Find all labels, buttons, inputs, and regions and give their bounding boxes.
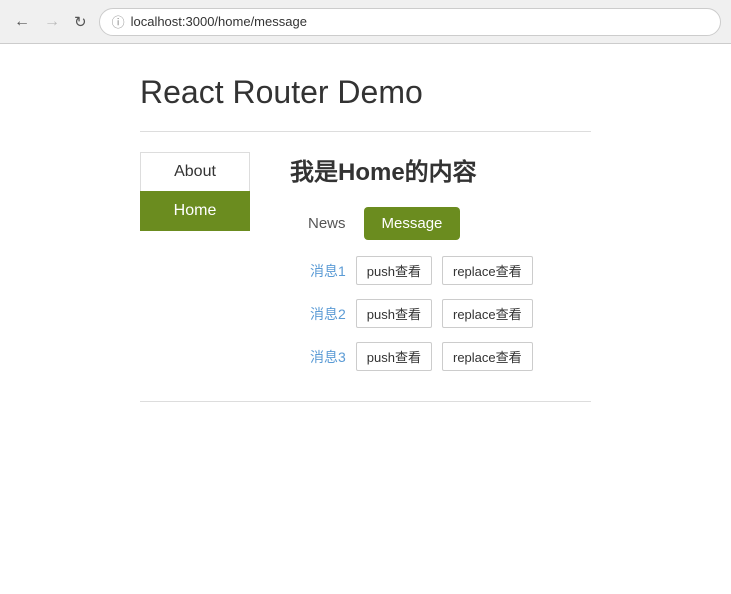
message-list: 消息1 push查看 replace查看 消息2 push查看 replace查… xyxy=(290,256,591,371)
nav-item-about[interactable]: About xyxy=(140,152,250,191)
replace-btn-1[interactable]: replace查看 xyxy=(442,256,533,285)
page-title: React Router Demo xyxy=(140,74,591,111)
list-item: 消息2 push查看 replace查看 xyxy=(310,299,591,328)
address-bar[interactable]: ⓘ localhost:3000/home/message xyxy=(99,8,721,36)
replace-btn-2[interactable]: replace查看 xyxy=(442,299,533,328)
message-link-3[interactable]: 消息3 xyxy=(310,347,346,367)
main-layout: About Home 我是Home的内容 News Message 消息1 pu… xyxy=(140,152,591,371)
replace-btn-3[interactable]: replace查看 xyxy=(442,342,533,371)
left-nav: About Home xyxy=(140,152,250,371)
home-heading: 我是Home的内容 xyxy=(290,152,591,187)
back-button[interactable]: ← xyxy=(10,12,34,32)
nav-item-home[interactable]: Home xyxy=(140,191,250,231)
forward-button[interactable]: → xyxy=(40,12,64,32)
push-btn-3[interactable]: push查看 xyxy=(356,342,432,371)
message-link-2[interactable]: 消息2 xyxy=(310,304,346,324)
sub-nav: News Message xyxy=(290,207,591,240)
list-item: 消息3 push查看 replace查看 xyxy=(310,342,591,371)
page-content: React Router Demo About Home 我是Home的内容 N… xyxy=(0,44,731,432)
refresh-button[interactable]: ↻ xyxy=(70,11,91,33)
bottom-divider xyxy=(140,401,591,402)
nav-buttons: ← → ↻ xyxy=(10,11,91,33)
push-btn-1[interactable]: push查看 xyxy=(356,256,432,285)
info-icon: ⓘ xyxy=(112,12,125,31)
sub-nav-news[interactable]: News xyxy=(290,207,364,240)
sub-nav-message[interactable]: Message xyxy=(364,207,461,240)
browser-chrome: ← → ↻ ⓘ localhost:3000/home/message xyxy=(0,0,731,44)
right-content: 我是Home的内容 News Message 消息1 push查看 replac… xyxy=(290,152,591,371)
message-link-1[interactable]: 消息1 xyxy=(310,261,346,281)
push-btn-2[interactable]: push查看 xyxy=(356,299,432,328)
top-divider xyxy=(140,131,591,132)
url-text: localhost:3000/home/message xyxy=(131,14,307,29)
list-item: 消息1 push查看 replace查看 xyxy=(310,256,591,285)
